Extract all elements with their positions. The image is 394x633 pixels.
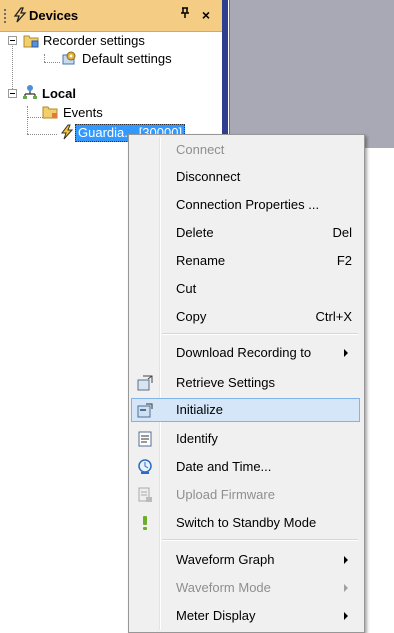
menu-item-waveform-mode[interactable]: Waveform Mode (131, 576, 360, 600)
drag-grip-icon[interactable] (4, 9, 8, 23)
tree-item-local[interactable]: Local (42, 86, 76, 102)
exclamation-icon (143, 516, 147, 530)
menu-item-label: Download Recording to (176, 345, 312, 360)
menu-item-connection-properties[interactable]: Connection Properties ... (131, 193, 360, 217)
menu-item-label: Retrieve Settings (176, 375, 275, 390)
menu-item-label: Cut (176, 281, 197, 296)
lightning-device-icon (61, 124, 74, 140)
identify-icon (138, 431, 152, 447)
panel-splitter[interactable] (222, 0, 228, 148)
menu-item-label: Connection Properties ... (176, 197, 320, 212)
submenu-arrow-icon (344, 584, 348, 592)
menu-item-waveform-graph[interactable]: Waveform Graph (131, 548, 360, 572)
menu-item-label: Connect (176, 142, 225, 157)
menu-item-meter-display[interactable]: Meter Display (131, 604, 360, 628)
upload-firmware-icon (138, 487, 152, 502)
menu-item-label: Waveform Mode (176, 580, 271, 595)
menu-item-switch-standby[interactable]: Switch to Standby Mode (131, 511, 360, 535)
shortcut-text: Ctrl+X (315, 309, 352, 324)
menu-item-label: Delete (176, 225, 214, 240)
menu-item-connect[interactable]: Connect (131, 138, 360, 162)
devices-panel: Devices × Recorder settings Default sett… (0, 0, 228, 148)
menu-separator (162, 539, 358, 541)
collapse-toggle[interactable] (8, 36, 17, 45)
menu-item-label: Meter Display (176, 608, 256, 623)
menu-item-copy[interactable]: Copy Ctrl+X (131, 305, 360, 329)
shortcut-text: Del (332, 225, 352, 240)
collapse-toggle[interactable] (8, 89, 17, 98)
network-icon (23, 85, 37, 99)
tree-line (44, 54, 45, 62)
menu-item-label: Copy (176, 309, 207, 324)
menu-item-label: Disconnect (176, 169, 241, 184)
menu-separator (162, 333, 358, 335)
context-menu: Connect Disconnect Connection Properties… (128, 134, 365, 633)
tree-line (27, 134, 57, 135)
menu-item-initialize[interactable]: Initialize (131, 398, 360, 422)
menu-item-identify[interactable]: Identify (131, 427, 360, 451)
menu-item-date-and-time[interactable]: Date and Time... (131, 455, 360, 479)
tree-item-events[interactable]: Events (63, 105, 103, 121)
settings-gear-icon (62, 51, 76, 65)
submenu-arrow-icon (344, 612, 348, 620)
submenu-arrow-icon (344, 556, 348, 564)
menu-item-label: Switch to Standby Mode (176, 515, 317, 530)
pin-icon[interactable] (178, 7, 192, 23)
menu-item-label: Identify (176, 431, 218, 446)
tree-line (27, 106, 28, 134)
submenu-arrow-icon (344, 349, 348, 357)
menu-item-retrieve-settings[interactable]: Retrieve Settings (131, 371, 360, 395)
lightning-device-icon (13, 7, 27, 23)
workspace-area (229, 0, 394, 148)
clock-icon (138, 459, 152, 474)
folder-icon (42, 106, 58, 119)
menu-item-label: Upload Firmware (176, 487, 275, 502)
menu-item-upload-firmware[interactable]: Upload Firmware (131, 483, 360, 507)
tree-line (12, 46, 13, 93)
menu-item-disconnect[interactable]: Disconnect (131, 165, 360, 189)
menu-item-label: Date and Time... (176, 459, 272, 474)
tree-item-default-settings[interactable]: Default settings (82, 51, 172, 67)
menu-item-rename[interactable]: Rename F2 (131, 249, 360, 273)
tree-line (44, 62, 60, 63)
panel-title-bar[interactable]: Devices × (0, 0, 222, 32)
panel-title: Devices (29, 8, 79, 23)
menu-item-cut[interactable]: Cut (131, 277, 360, 301)
menu-item-label: Waveform Graph (176, 552, 275, 567)
tree-item-recorder-settings[interactable]: Recorder settings (43, 33, 145, 49)
close-icon[interactable]: × (199, 7, 213, 23)
device-tree: Recorder settings Default settings Local… (0, 32, 222, 148)
retrieve-settings-icon (137, 375, 153, 391)
menu-item-delete[interactable]: Delete Del (131, 221, 360, 245)
shortcut-text: F2 (336, 253, 352, 268)
menu-item-download-recording[interactable]: Download Recording to (131, 341, 360, 365)
folder-settings-icon (23, 35, 39, 48)
initialize-icon (137, 403, 153, 418)
menu-item-label: Rename (176, 253, 226, 268)
menu-item-label: Initialize (176, 402, 223, 417)
